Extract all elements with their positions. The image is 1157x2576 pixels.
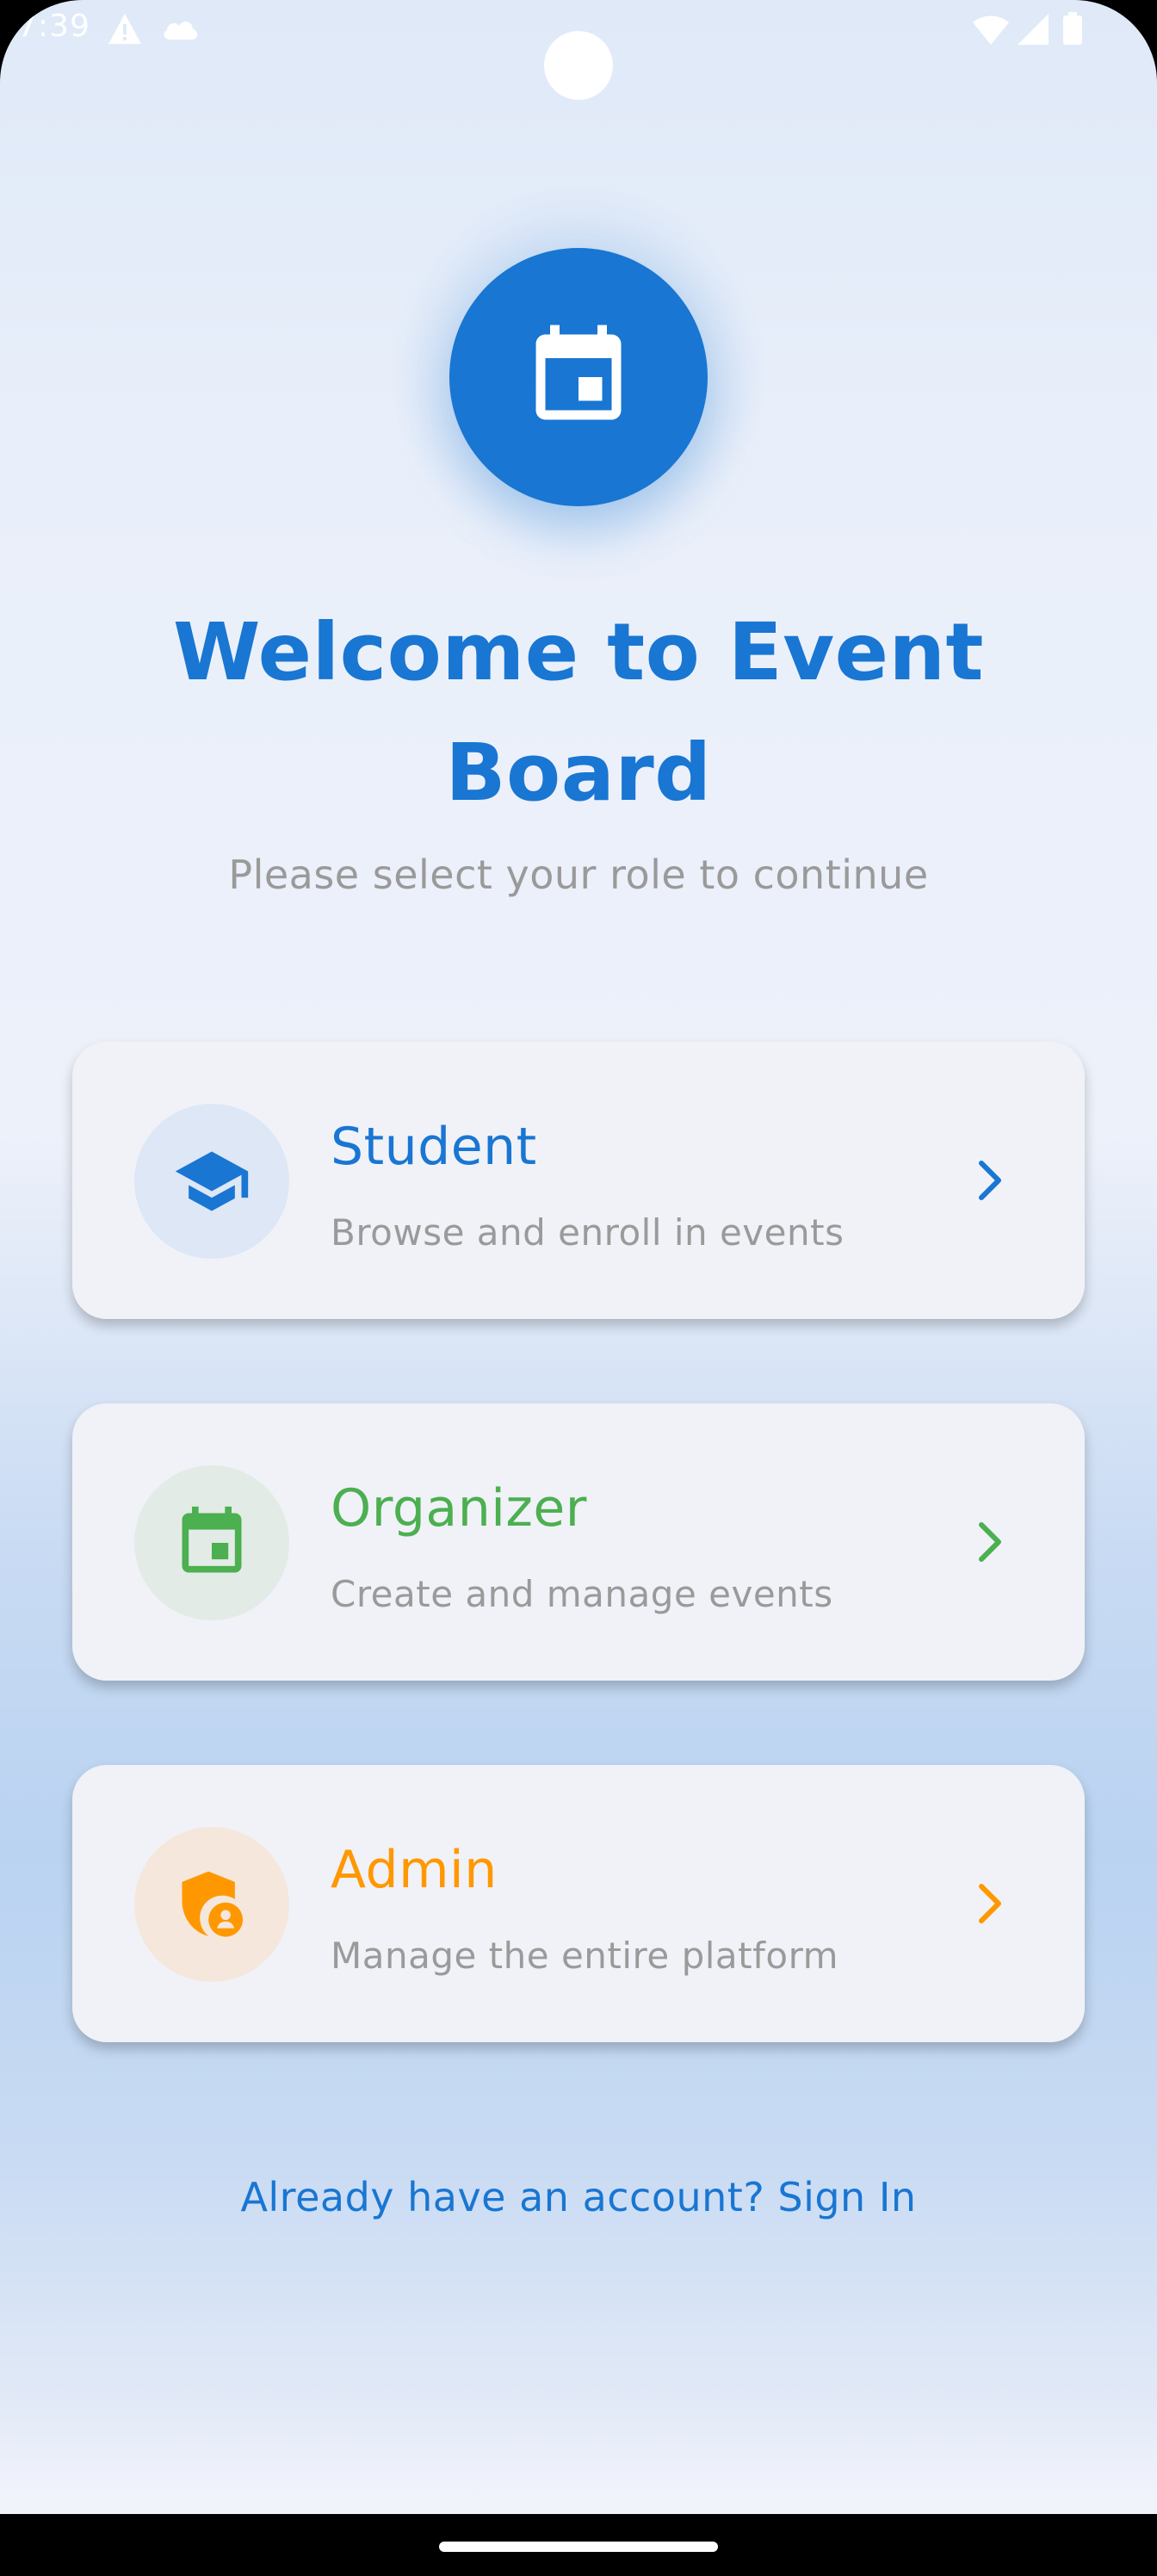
page-subtitle: Please select your role to continue	[228, 851, 929, 898]
chevron-right-icon	[979, 1161, 1001, 1200]
role-title: Student	[331, 1117, 537, 1177]
role-icon-badge	[134, 1465, 289, 1620]
page-title: Welcome to Event Board	[86, 592, 1071, 833]
sign-in-link[interactable]: Already have an account? Sign In	[86, 2166, 1071, 2228]
role-selection-screen: 7:39 Welcome to Event Board Please selec…	[0, 0, 1157, 2576]
role-icon-badge	[134, 1104, 289, 1259]
role-description: Create and manage events	[331, 1573, 833, 1615]
graduation-cap-icon	[175, 1151, 249, 1211]
chevron-right-icon	[979, 1884, 1001, 1923]
role-description: Manage the entire platform	[331, 1935, 839, 1977]
signal-icon	[1016, 12, 1050, 50]
warning-icon	[107, 12, 143, 50]
battery-icon	[1062, 12, 1083, 50]
role-card-admin[interactable]: Admin Manage the entire platform	[72, 1765, 1085, 2042]
app-logo	[449, 248, 708, 506]
role-description: Browse and enroll in events	[331, 1211, 845, 1254]
home-gesture-handle[interactable]	[439, 2542, 718, 2552]
calendar-icon	[182, 1506, 242, 1573]
role-title: Admin	[331, 1840, 498, 1900]
cloud-icon	[160, 12, 200, 50]
role-card-organizer[interactable]: Organizer Create and manage events	[72, 1403, 1085, 1681]
chevron-right-icon	[979, 1522, 1001, 1562]
role-icon-badge	[134, 1827, 289, 1982]
calendar-icon	[535, 325, 622, 420]
camera-cutout	[544, 31, 613, 100]
role-card-student[interactable]: Student Browse and enroll in events	[72, 1042, 1085, 1319]
status-time: 7:39	[17, 9, 90, 44]
role-title: Organizer	[331, 1478, 587, 1539]
admin-shield-icon	[182, 1871, 244, 1937]
page-title-line-2: Board	[445, 727, 712, 819]
page-title-line-1: Welcome to Event	[172, 606, 985, 698]
wifi-icon	[971, 12, 1011, 50]
navigation-bar	[0, 2514, 1157, 2576]
